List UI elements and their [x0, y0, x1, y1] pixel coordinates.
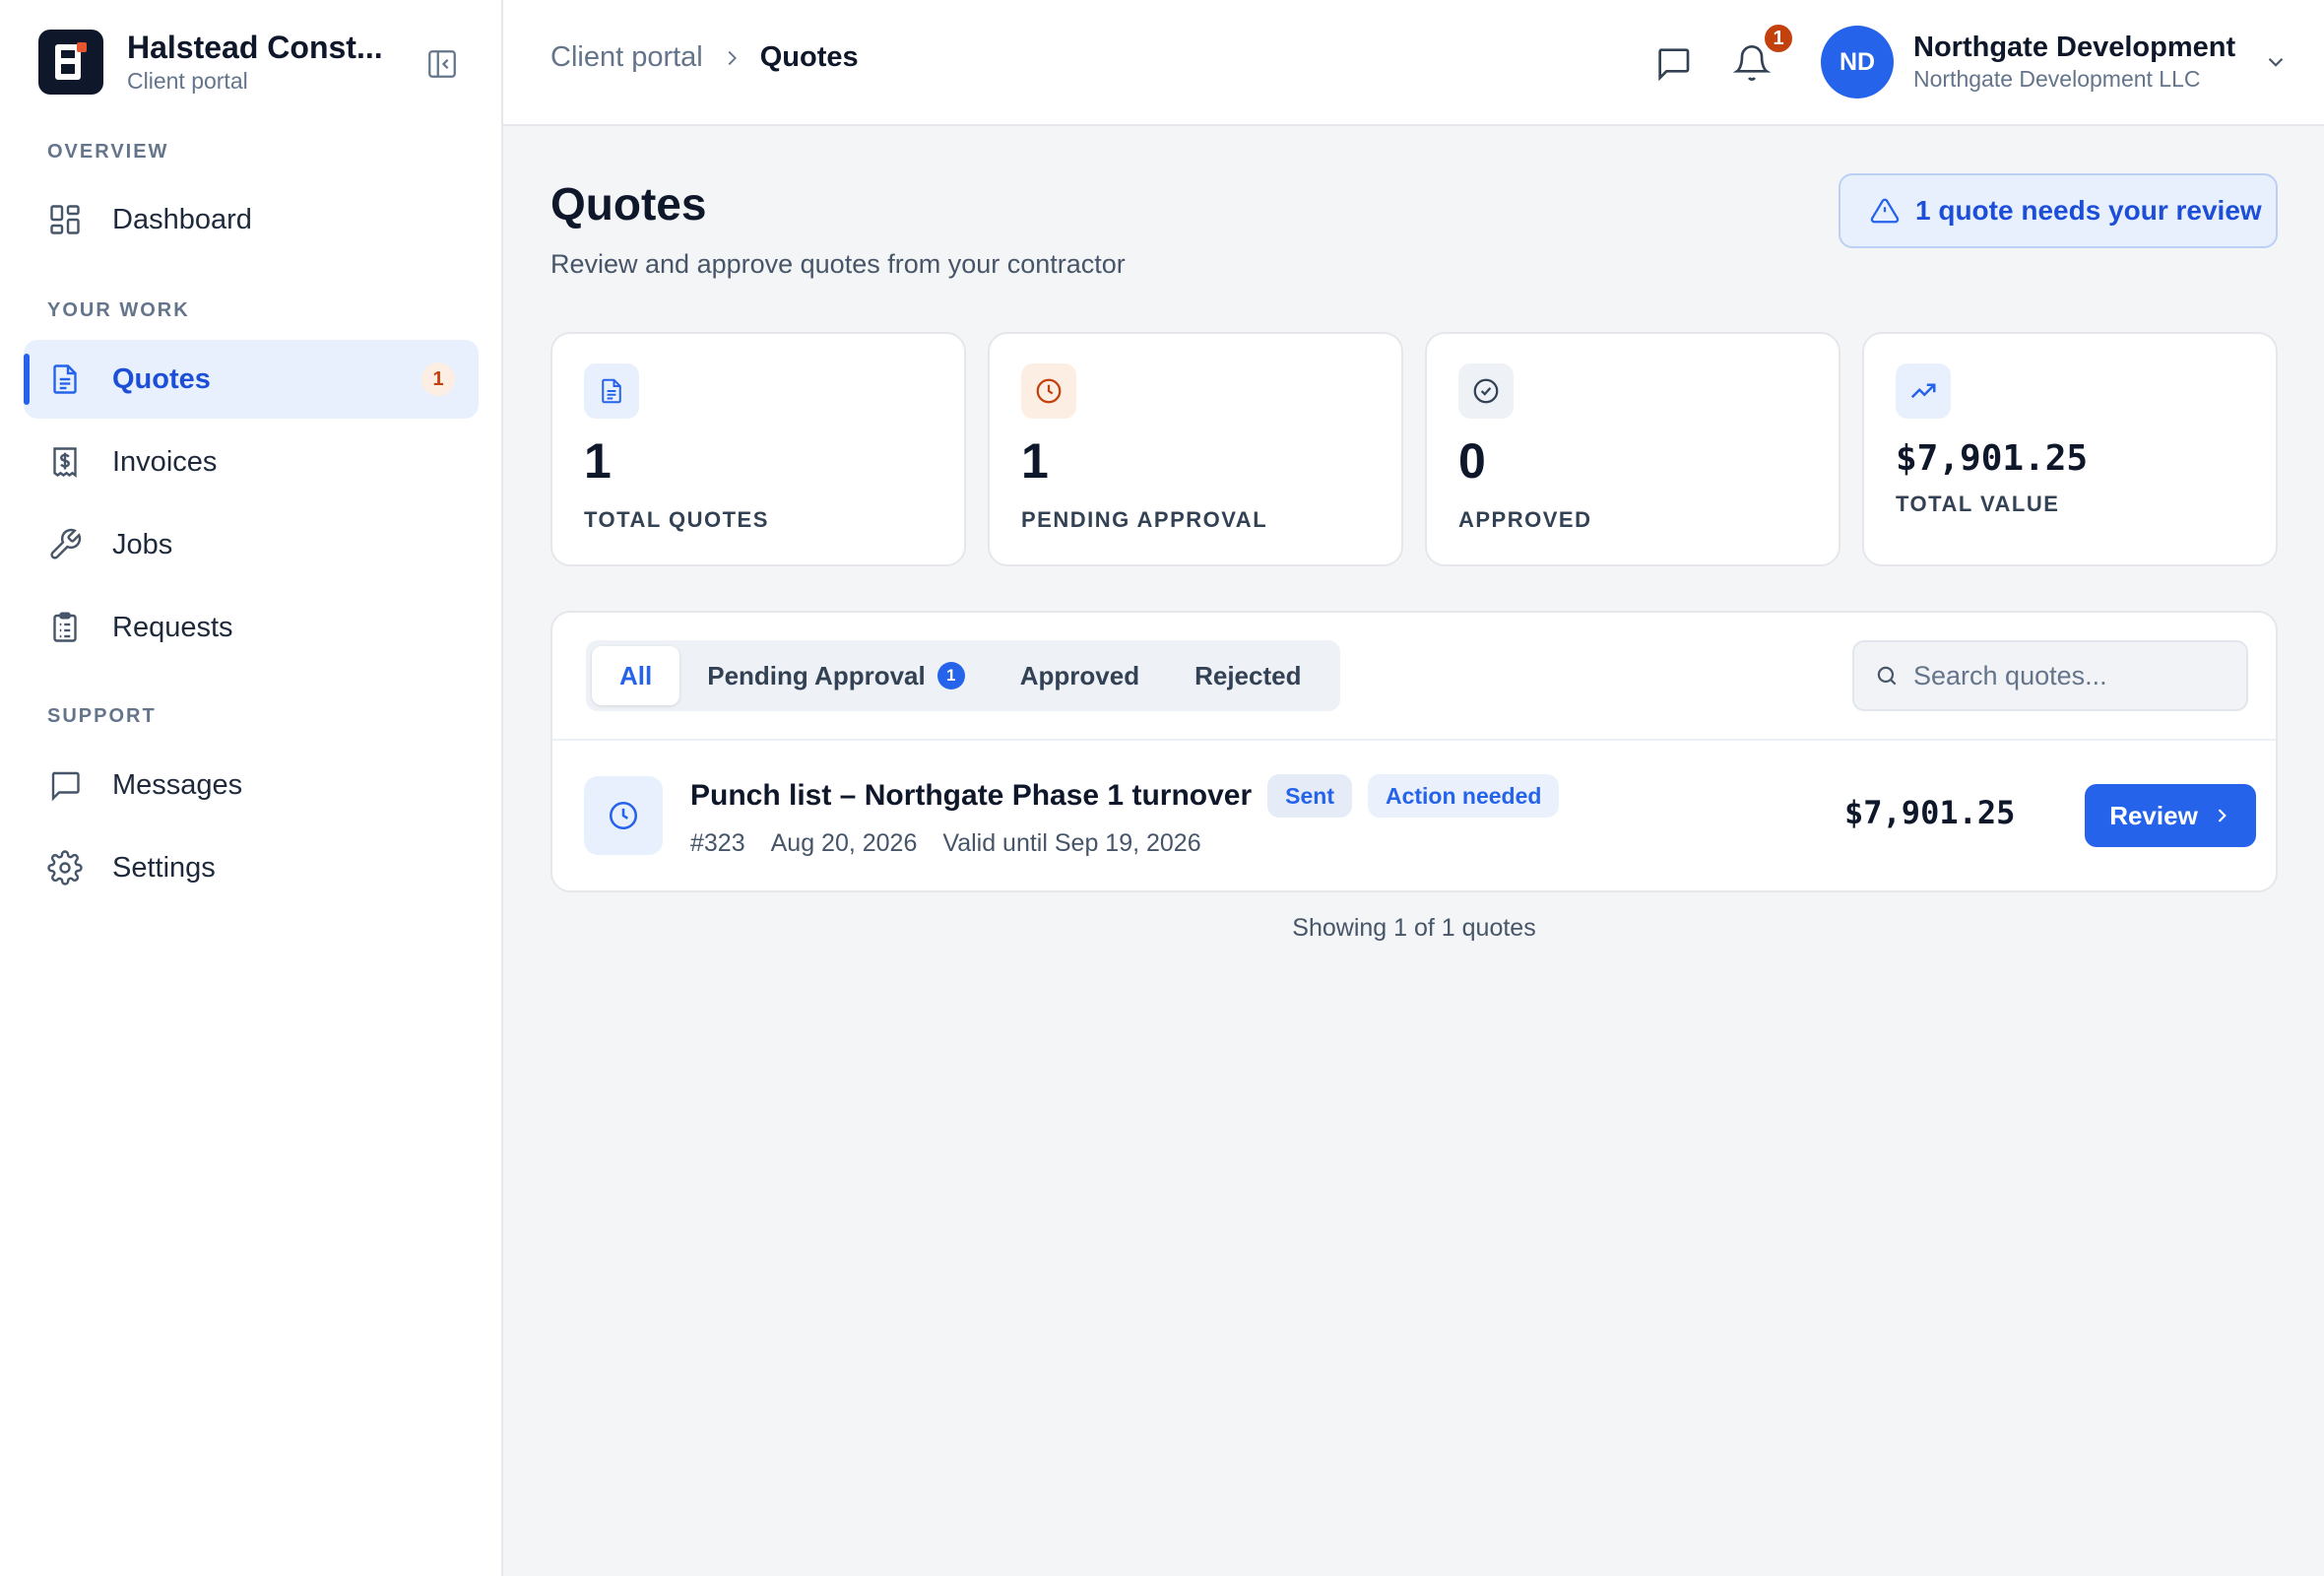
page-title: Quotes [550, 178, 707, 230]
review-button[interactable]: Review [2085, 784, 2256, 847]
nav-section-overview: OVERVIEW [47, 141, 169, 163]
sidebar-item-jobs[interactable]: Jobs [24, 505, 479, 584]
sidebar-item-messages[interactable]: Messages [24, 746, 479, 824]
document-icon [47, 361, 83, 397]
clock-icon [584, 776, 663, 855]
sidebar: Halstead Const... Client portal OVERVIEW… [0, 0, 503, 1576]
avatar: ND [1821, 26, 1894, 98]
trending-up-icon [1896, 363, 1951, 419]
tab-all[interactable]: All [592, 646, 680, 705]
breadcrumb-current: Quotes [759, 41, 859, 73]
sidebar-item-label: Dashboard [112, 203, 252, 235]
search-icon [1874, 663, 1900, 689]
stat-value: 1 [1021, 433, 1049, 489]
filter-tabs: All Pending Approval 1 Approved Rejected [586, 640, 1340, 711]
page-subtitle: Review and approve quotes from your cont… [550, 249, 1126, 279]
search-box [1852, 640, 2248, 711]
chevron-right-icon [721, 47, 742, 69]
account-org: Northgate Development LLC [1913, 66, 2201, 92]
nav-section-your-work: YOUR WORK [47, 299, 190, 321]
stat-card-approved: 0 APPROVED [1425, 332, 1840, 566]
sidebar-item-invoices[interactable]: Invoices [24, 423, 479, 501]
gear-icon [47, 850, 83, 886]
clipboard-icon [47, 610, 83, 645]
table-row[interactable]: Punch list – Northgate Phase 1 turnover … [552, 741, 2276, 892]
status-badge: Sent [1267, 774, 1352, 818]
main-content: Client portal Quotes 1 ND Northgate Deve… [503, 0, 2324, 1576]
breadcrumb: Client portal Quotes [550, 41, 859, 74]
topbar: Client portal Quotes 1 ND Northgate Deve… [503, 0, 2324, 126]
quote-amount: $7,901.25 [1844, 794, 2016, 831]
review-button-label: Review [2109, 800, 2198, 830]
sidebar-item-label: Quotes [112, 362, 211, 395]
breadcrumb-client-portal[interactable]: Client portal [550, 41, 703, 74]
sidebar-item-label: Jobs [112, 528, 173, 560]
notification-badge: 1 [1762, 22, 1795, 55]
stat-label: TOTAL VALUE [1896, 492, 2060, 516]
search-input[interactable] [1913, 660, 2238, 691]
stat-card-total-quotes: 1 TOTAL QUOTES [550, 332, 966, 566]
tab-approved[interactable]: Approved [993, 646, 1167, 705]
receipt-dollar-icon [47, 444, 83, 480]
brand-subtitle: Client portal [127, 68, 248, 94]
grid-icon [47, 202, 83, 237]
clock-icon [1021, 363, 1076, 419]
nav-section-support: SUPPORT [47, 705, 157, 727]
stat-label: APPROVED [1458, 507, 1592, 532]
tab-count-badge: 1 [936, 662, 965, 690]
review-alert-text: 1 quote needs your review [1915, 195, 2262, 226]
chat-icon [47, 767, 83, 803]
tab-rejected[interactable]: Rejected [1167, 646, 1328, 705]
tab-label: Pending Approval [707, 660, 926, 690]
tab-pending-approval[interactable]: Pending Approval 1 [679, 646, 993, 705]
quote-title[interactable]: Punch list – Northgate Phase 1 turnover [690, 779, 1252, 813]
quotes-count-badge: 1 [421, 362, 455, 396]
account-menu[interactable]: ND Northgate Development Northgate Devel… [1821, 26, 2289, 98]
collapse-sidebar-icon[interactable] [425, 47, 459, 81]
brand: Halstead Const... Client portal [38, 30, 383, 95]
document-icon [584, 363, 639, 419]
quote-number: #323 [690, 829, 745, 857]
review-alert-button[interactable]: 1 quote needs your review [1839, 173, 2278, 248]
sidebar-item-label: Settings [112, 851, 216, 884]
warning-triangle-icon [1870, 196, 1900, 226]
account-name: Northgate Development [1913, 32, 2236, 63]
results-count: Showing 1 of 1 quotes [1292, 914, 1536, 942]
chevron-right-icon [2212, 806, 2231, 825]
sidebar-item-requests[interactable]: Requests [24, 588, 479, 667]
sidebar-item-label: Requests [112, 611, 233, 643]
stat-label: TOTAL QUOTES [584, 507, 769, 532]
sidebar-item-label: Invoices [112, 445, 218, 478]
sidebar-item-settings[interactable]: Settings [24, 828, 479, 907]
chevron-down-icon [2263, 49, 2289, 75]
stat-label: PENDING APPROVAL [1021, 507, 1268, 532]
brand-logo [38, 30, 103, 95]
stat-card-total-value: $7,901.25 TOTAL VALUE [1862, 332, 2278, 566]
brand-name: Halstead Const... [127, 30, 383, 65]
quote-date: Aug 20, 2026 [770, 829, 918, 857]
quote-valid-until: Valid until Sep 19, 2026 [942, 829, 1201, 857]
wrench-icon [47, 527, 83, 562]
stat-value: 0 [1458, 433, 1486, 489]
stat-card-pending-approval: 1 PENDING APPROVAL [988, 332, 1403, 566]
check-circle-icon [1458, 363, 1514, 419]
messages-icon[interactable] [1653, 43, 1693, 83]
quotes-panel: All Pending Approval 1 Approved Rejected [550, 611, 2278, 892]
sidebar-item-label: Messages [112, 768, 243, 801]
stat-value: $7,901.25 [1896, 438, 2089, 479]
stat-value: 1 [584, 433, 612, 489]
action-needed-badge: Action needed [1367, 774, 1560, 818]
sidebar-item-quotes[interactable]: Quotes 1 [24, 340, 479, 419]
sidebar-item-dashboard[interactable]: Dashboard [24, 180, 479, 259]
